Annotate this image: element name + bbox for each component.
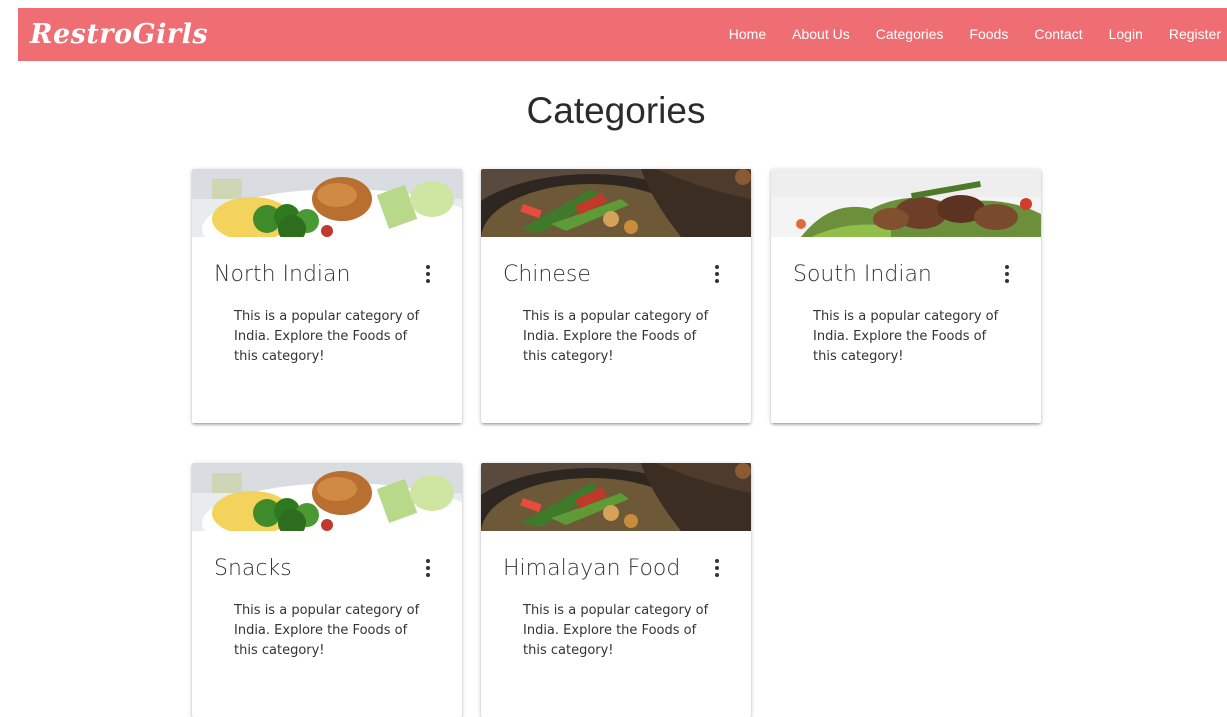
more-vert-icon[interactable] — [713, 559, 721, 577]
category-card-south-indian[interactable]: South Indian This is a popular category … — [771, 169, 1041, 423]
nav-login[interactable]: Login — [1096, 8, 1156, 61]
card-content: Himalayan Food This is a popular categor… — [481, 531, 751, 661]
card-description: This is a popular category of India. Exp… — [234, 603, 420, 658]
card-image-food[interactable] — [192, 463, 462, 531]
more-vert-icon[interactable] — [424, 559, 432, 577]
nav-about-us[interactable]: About Us — [779, 8, 863, 61]
card-content: North Indian This is a popular category … — [192, 237, 462, 367]
brand-logo[interactable]: RestroGirls — [30, 19, 208, 50]
card-title[interactable]: Himalayan Food — [503, 553, 729, 585]
category-card-north-indian[interactable]: North Indian This is a popular category … — [192, 169, 462, 423]
category-card-snacks[interactable]: Snacks This is a popular category of Ind… — [192, 463, 462, 717]
more-vert-icon[interactable] — [713, 265, 721, 283]
card-title[interactable]: Snacks — [214, 553, 440, 585]
nav-categories[interactable]: Categories — [863, 8, 957, 61]
card-image-food[interactable] — [771, 169, 1041, 237]
card-image-food[interactable] — [192, 169, 462, 237]
card-description: This is a popular category of India. Exp… — [813, 309, 999, 364]
card-title[interactable]: North Indian — [214, 259, 440, 291]
nav-home[interactable]: Home — [716, 8, 779, 61]
nav-register[interactable]: Register — [1156, 8, 1227, 61]
card-image-food[interactable] — [481, 463, 751, 531]
nav-links: Home About Us Categories Foods Contact L… — [716, 8, 1227, 61]
card-title[interactable]: South Indian — [793, 259, 1019, 291]
nav-contact[interactable]: Contact — [1021, 8, 1095, 61]
more-vert-icon[interactable] — [1003, 265, 1011, 283]
card-description: This is a popular category of India. Exp… — [523, 309, 709, 364]
top-navbar: RestroGirls Home About Us Categories Foo… — [18, 8, 1227, 61]
card-description: This is a popular category of India. Exp… — [523, 603, 709, 658]
category-card-chinese[interactable]: Chinese This is a popular category of In… — [481, 169, 751, 423]
page-title: Categories — [526, 90, 706, 131]
card-content: South Indian This is a popular category … — [771, 237, 1041, 367]
card-content: Chinese This is a popular category of In… — [481, 237, 751, 367]
card-image-food[interactable] — [481, 169, 751, 237]
category-card-himalayan-food[interactable]: Himalayan Food This is a popular categor… — [481, 463, 751, 717]
nav-foods[interactable]: Foods — [956, 8, 1021, 61]
card-content: Snacks This is a popular category of Ind… — [192, 531, 462, 661]
more-vert-icon[interactable] — [424, 265, 432, 283]
card-description: This is a popular category of India. Exp… — [234, 309, 420, 364]
card-title[interactable]: Chinese — [503, 259, 729, 291]
